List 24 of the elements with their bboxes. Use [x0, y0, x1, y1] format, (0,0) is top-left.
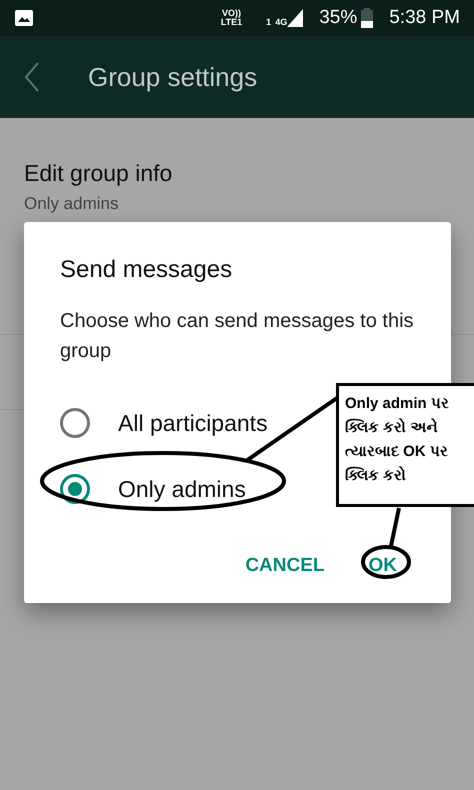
sim-slot-label: 1	[266, 18, 272, 27]
leader-line	[389, 508, 401, 546]
image-icon	[14, 9, 34, 27]
dialog-message: Choose who can send messages to this group	[60, 309, 415, 364]
clock: 5:38 PM	[389, 6, 460, 30]
annotation-ellipse	[361, 545, 411, 579]
setting-title: Edit group info	[24, 159, 174, 188]
option-label: Only admins	[118, 474, 246, 504]
cancel-button[interactable]: CANCEL	[235, 546, 334, 586]
battery-icon	[361, 8, 374, 28]
dialog-title: Send messages	[60, 255, 234, 285]
battery-percent: 35%	[319, 6, 358, 30]
option-label: All participants	[118, 408, 268, 438]
network-type-label: 4G	[275, 18, 288, 27]
signal-icon	[287, 9, 304, 27]
callout-note: Only admin પર ક્લિક કરો અને ત્યારબાદ OK પર ક્લિક કરો	[336, 383, 474, 507]
volte-label: LTE1	[220, 18, 242, 27]
ok-button[interactable]: OK	[358, 546, 407, 586]
radio-button[interactable]	[60, 408, 90, 438]
back-icon[interactable]	[24, 62, 40, 92]
volte-label: VO))	[221, 9, 242, 18]
setting-value: Only admins	[24, 192, 120, 214]
radio-button[interactable]	[60, 474, 90, 504]
screen-title: Group settings	[88, 60, 258, 94]
